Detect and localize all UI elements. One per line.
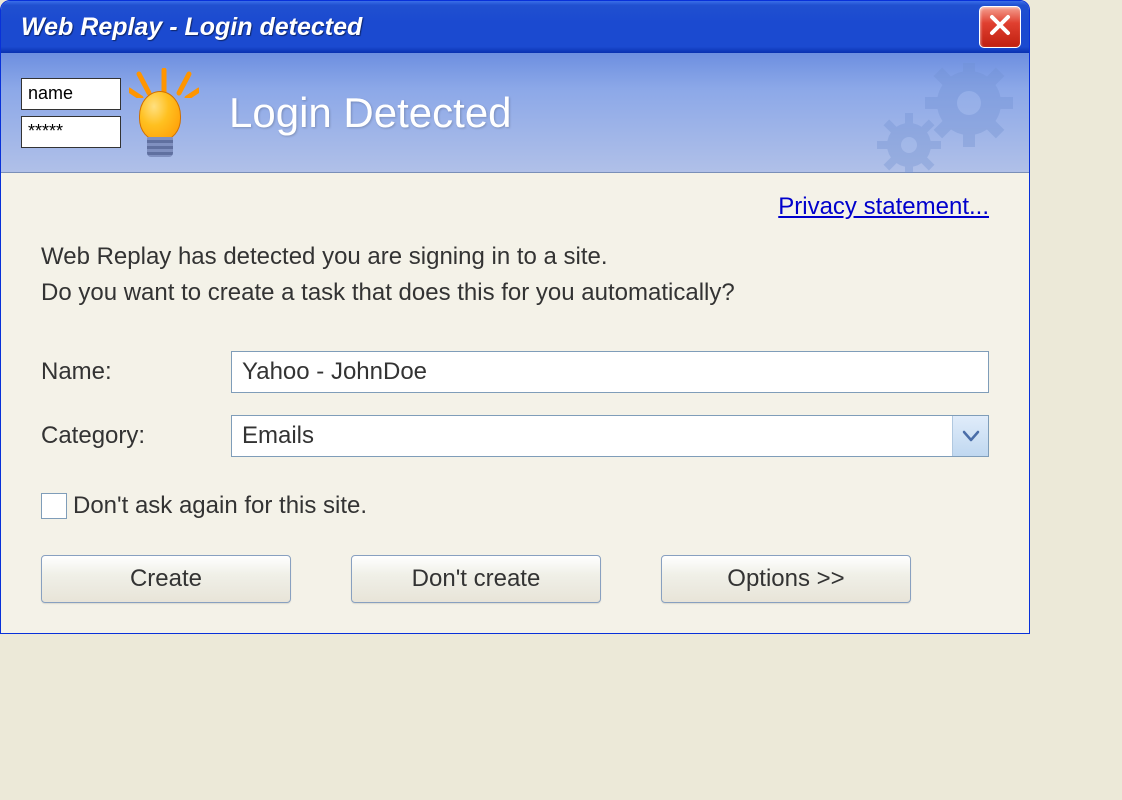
name-input[interactable] bbox=[231, 351, 989, 393]
privacy-link-row: Privacy statement... bbox=[41, 193, 989, 221]
message-line1: Web Replay has detected you are signing … bbox=[41, 239, 989, 275]
window-title: Web Replay - Login detected bbox=[21, 13, 362, 42]
options-button[interactable]: Options >> bbox=[661, 555, 911, 603]
mini-password-field: ***** bbox=[21, 116, 121, 148]
category-value: Emails bbox=[232, 418, 324, 454]
create-button[interactable]: Create bbox=[41, 555, 291, 603]
name-label: Name: bbox=[41, 358, 231, 386]
button-row: Create Don't create Options >> bbox=[41, 555, 989, 603]
gears-icon bbox=[869, 63, 1019, 178]
dont-ask-row: Don't ask again for this site. bbox=[41, 492, 989, 520]
dialog-window: Web Replay - Login detected name ***** bbox=[0, 0, 1030, 634]
name-row: Name: bbox=[41, 351, 989, 393]
banner-title: Login Detected bbox=[229, 89, 512, 137]
privacy-statement-link[interactable]: Privacy statement... bbox=[778, 193, 989, 220]
dont-create-button[interactable]: Don't create bbox=[351, 555, 601, 603]
chevron-down-icon bbox=[952, 416, 988, 456]
mini-name-field: name bbox=[21, 78, 121, 110]
titlebar[interactable]: Web Replay - Login detected bbox=[1, 1, 1029, 53]
category-row: Category: Emails bbox=[41, 415, 989, 457]
content-area: Privacy statement... Web Replay has dete… bbox=[1, 173, 1029, 633]
lightbulb-icon bbox=[119, 63, 199, 163]
close-icon bbox=[989, 13, 1011, 41]
banner-illustration: name ***** bbox=[21, 63, 199, 163]
banner: name ***** Login Detected bbox=[1, 53, 1029, 173]
message-text: Web Replay has detected you are signing … bbox=[41, 239, 989, 311]
category-label: Category: bbox=[41, 422, 231, 450]
message-line2: Do you want to create a task that does t… bbox=[41, 275, 989, 311]
dont-ask-label[interactable]: Don't ask again for this site. bbox=[73, 492, 367, 520]
category-select[interactable]: Emails bbox=[231, 415, 989, 457]
dont-ask-checkbox[interactable] bbox=[41, 493, 67, 519]
close-button[interactable] bbox=[979, 6, 1021, 48]
